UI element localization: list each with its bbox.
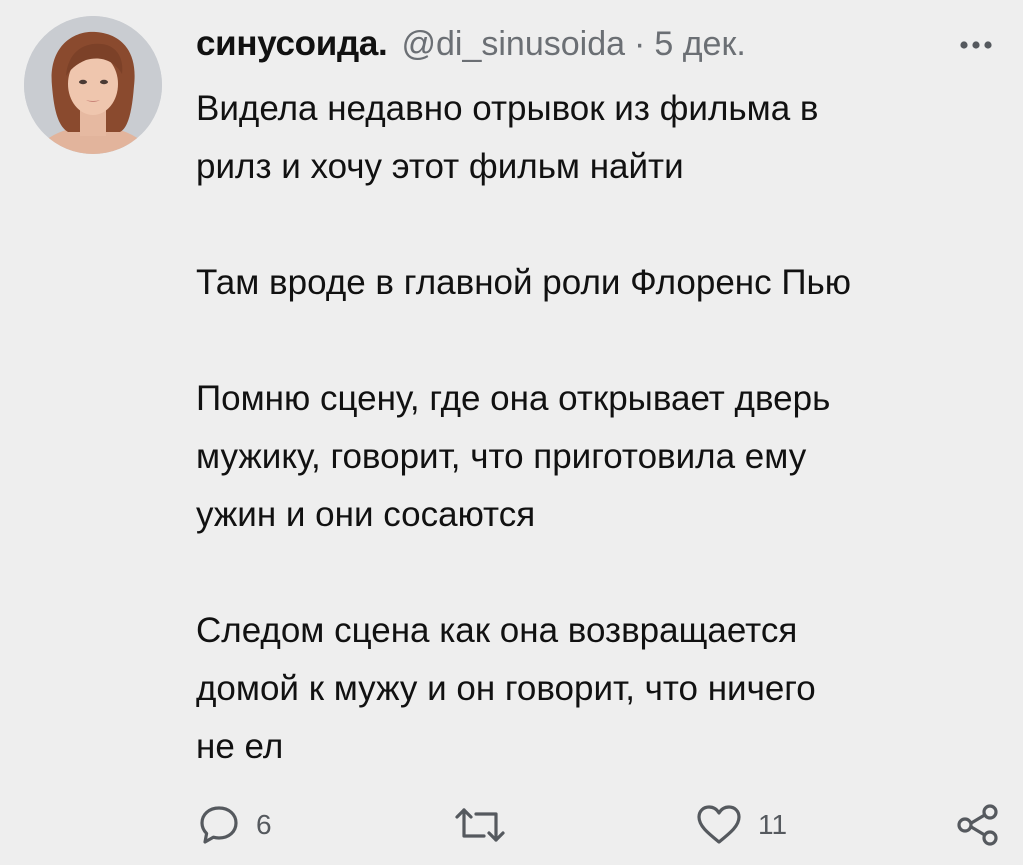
tweet-text: Видела недавно отрывок из фильма в рилз …	[196, 80, 1006, 776]
author-name[interactable]: синусоида.	[196, 24, 388, 64]
tweet-text-line: Следом сцена как она возвращается	[196, 611, 798, 650]
retweet-button[interactable]	[452, 800, 522, 850]
more-options-button[interactable]	[948, 30, 1004, 60]
more-dots-icon	[960, 41, 992, 49]
tweet-actions: 6 11	[196, 800, 1006, 850]
tweet-text-line: Там вроде в главной роли Флоренс Пью	[196, 263, 852, 302]
post-date[interactable]: 5 дек.	[654, 25, 745, 64]
author-handle[interactable]: @di_sinusoida	[401, 25, 625, 64]
tweet-text-line: домой к мужу и он говорит, что ничего	[196, 669, 816, 708]
tweet-text-line: не ел	[196, 727, 284, 766]
retweet-arrows-icon	[455, 808, 505, 842]
tweet-text-line: ужин и они сосаются	[196, 495, 536, 534]
avatar[interactable]	[24, 16, 162, 154]
tweet-text-line: Видела недавно отрывок из фильма в	[196, 89, 819, 128]
tweet-text-line: рилз и хочу этот фильм найти	[196, 147, 684, 186]
reply-button[interactable]: 6	[196, 800, 272, 850]
reply-bubble-icon	[200, 806, 238, 844]
share-nodes-icon	[957, 804, 998, 846]
reply-count: 6	[256, 809, 272, 840]
tweet-text-line: мужику, говорит, что приготовила ему	[196, 437, 807, 476]
meta-separator: ·	[634, 25, 646, 63]
share-button[interactable]	[954, 800, 1002, 850]
heart-icon	[697, 805, 741, 844]
avatar-portrait-image	[24, 16, 162, 154]
like-button[interactable]: 11	[694, 800, 787, 850]
like-count: 11	[758, 809, 788, 840]
tweet-header: синусоида. @di_sinusoida · 5 дек.	[196, 24, 746, 70]
tweet-text-line: Помню сцену, где она открывает дверь	[196, 379, 831, 418]
